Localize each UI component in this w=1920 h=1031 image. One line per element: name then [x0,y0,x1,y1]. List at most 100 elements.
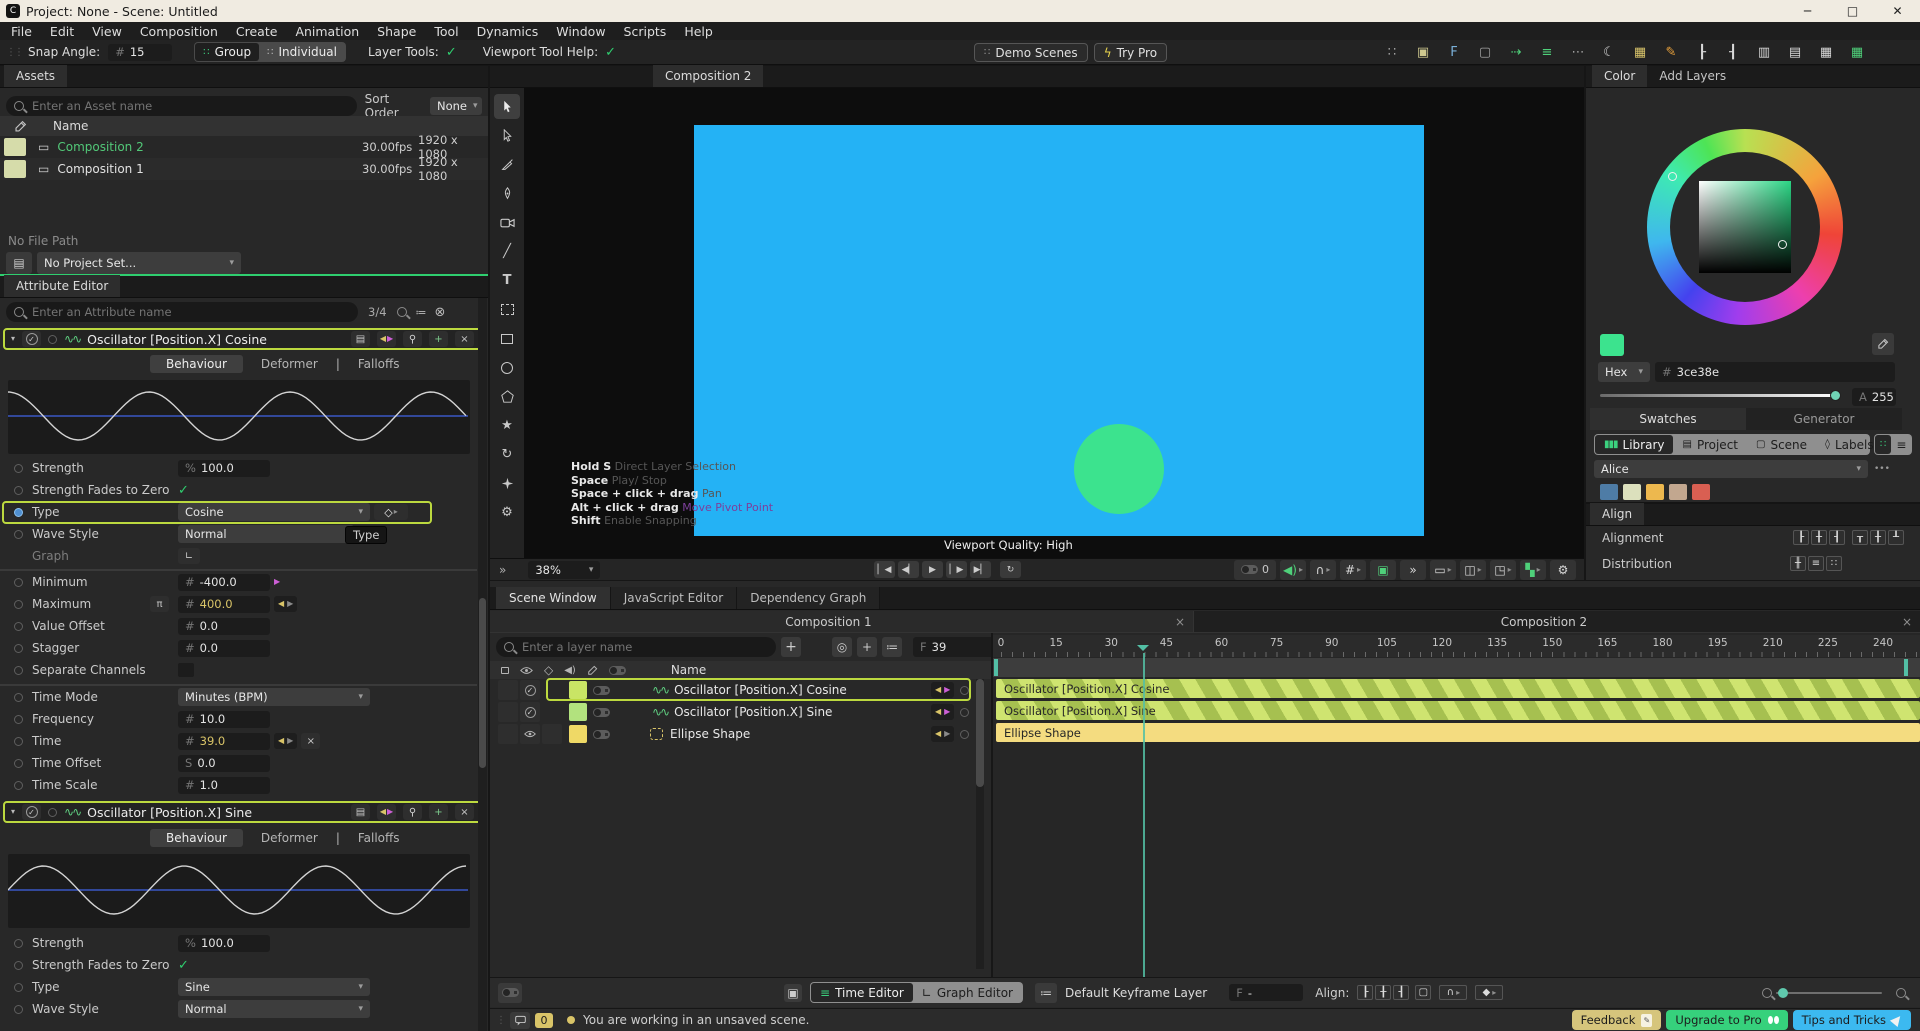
menu-composition[interactable]: Composition [131,24,227,39]
kf-align-right-button[interactable]: ┨ [1393,985,1410,1000]
panels-icon[interactable]: ▣ [1370,559,1396,580]
menu-scripts[interactable]: Scripts [615,24,676,39]
playhead-handle[interactable] [1137,645,1150,657]
kf-align-left-button[interactable]: ┠ [1357,985,1374,1000]
rectangle-tool[interactable] [494,326,520,351]
kf-frame-button[interactable]: ▢ [1415,985,1432,1000]
tab-falloffs[interactable]: Falloffs [358,357,400,371]
layer-row-osc-cosine[interactable]: ✓ ∿∿ Oscillator [Position.X] Cosine ◀ ▶ [498,679,978,701]
kf-magnet-button[interactable]: ∩ ▸ [1439,985,1468,1000]
tag-toggle-icon[interactable] [593,707,610,717]
demo-scenes-button[interactable]: ∷ Demo Scenes [974,43,1088,62]
apps-grid-icon[interactable]: ∷ [1381,42,1403,62]
current-color-swatch[interactable] [1600,334,1624,356]
more-dots-icon[interactable]: ⋯ [1567,42,1589,62]
kf-keyframe-button[interactable]: ◆ ▸ [1475,985,1504,1000]
close-tab-icon[interactable]: × [1894,615,1920,629]
layer-row-ellipse[interactable]: Ellipse Shape ◀ ▶ [498,723,978,745]
keyframe-layer-icon[interactable]: ≔ [1034,982,1057,1003]
alpha-slider-handle[interactable] [1830,390,1841,401]
list-view-button[interactable]: ≡ [1891,438,1911,452]
lock-cell[interactable] [498,680,518,700]
attr-socket[interactable] [14,758,23,768]
graph-curve-icon[interactable]: ∟ [178,548,200,564]
sparkle-tool[interactable] [494,471,520,496]
asset-color-swatch[interactable] [4,160,26,178]
attr-socket[interactable] [14,938,23,948]
tab-composition-1[interactable]: Composition 1 × [490,611,1193,632]
keyframe-nav[interactable]: ◀ ▶ [931,704,955,720]
upgrade-pro-button[interactable]: Upgrade to Pro [1666,1010,1788,1030]
separate-channels-checkbox[interactable] [178,663,194,677]
layer-tools-checkbox[interactable]: ✓ [446,45,457,60]
menu-tool[interactable]: Tool [425,24,467,39]
connection-socket[interactable] [48,334,58,344]
time-input[interactable]: #39.0 [178,732,270,750]
menu-edit[interactable]: Edit [41,24,83,39]
grid-view-button[interactable]: ∷ [1875,435,1892,454]
keyframe-layer-label[interactable]: Default Keyframe Layer [1065,986,1207,1000]
tab-color[interactable]: Color [1592,65,1648,87]
attr-socket[interactable] [14,736,23,746]
wave-style-dropdown[interactable]: Normal ▾ [178,1000,370,1018]
columns-icon[interactable]: ▥ [1753,42,1775,62]
layer-stack-icon[interactable]: ◫ ▸ [1460,559,1486,580]
connection-socket[interactable] [960,729,969,739]
time-mode-dropdown[interactable]: Minutes (BPM) ▾ [178,688,370,706]
kf-align-center-button[interactable]: ╂ [1375,985,1392,1000]
zoom-in-icon[interactable] [1896,987,1906,998]
attr-socket[interactable] [14,463,23,473]
onion-skin-icon[interactable]: ◎ [832,637,852,657]
tab-attribute-editor[interactable]: Attribute Editor [4,275,121,297]
ellipse-shape[interactable] [1074,424,1164,514]
playhead-line[interactable] [1143,653,1146,977]
alpha-slider[interactable] [1600,390,1841,401]
tab-composition-2-viewport[interactable]: Composition 2 [653,65,764,87]
scene-segment[interactable]: ▢ Scene [1747,438,1816,452]
align-right-icon[interactable]: ┨ [1722,42,1744,62]
direct-select-tool[interactable] [494,123,520,148]
timeline-bar-osc-sine[interactable]: Oscillator [Position.X] Sine [996,701,1920,720]
asset-row-composition1[interactable]: ▭ Composition 1 30.00fps 1920 x 1080 [0,155,488,183]
add-layer-button[interactable]: + [781,637,801,657]
close-button[interactable]: ✕ [1875,4,1920,18]
project-set-dropdown[interactable]: No Project Set... ▾ [37,252,241,274]
align-center-h-button[interactable]: ╂ [1811,530,1827,545]
layer-row-osc-sine[interactable]: ✓ ∿∿ Oscillator [Position.X] Sine ◀ ▶ [498,701,978,723]
tag-toggle-icon[interactable] [608,665,626,675]
align-green-icon[interactable]: ≡ [1536,42,1558,62]
menu-shape[interactable]: Shape [368,24,425,39]
attr-socket[interactable] [14,982,23,992]
palette-swatch[interactable] [1646,484,1664,500]
timeline-zoom-slider[interactable] [1776,988,1882,998]
attr-socket[interactable] [14,692,23,702]
work-area-bar[interactable] [993,658,1920,677]
enabled-check-button[interactable]: ✓ [22,331,42,347]
attr-socket[interactable] [14,714,23,724]
rows-icon[interactable]: ▤ [1784,42,1806,62]
text-tool[interactable]: T [494,268,520,293]
sort-order-dropdown[interactable]: None ▾ [430,97,482,115]
tab-deformer[interactable]: Deformer [261,831,318,845]
composition-background-rect[interactable] [694,125,1424,536]
menu-file[interactable]: File [2,24,41,39]
menu-help[interactable]: Help [675,24,722,39]
tab-scene-window[interactable]: Scene Window [496,587,611,609]
skip-forward-icon[interactable]: » [1400,559,1426,580]
align-bottom-button[interactable]: ┸ [1888,530,1904,545]
search-plus-icon[interactable] [396,307,407,317]
minimize-button[interactable]: ─ [1785,4,1830,18]
palette-swatch[interactable] [1623,484,1641,500]
magnet-icon[interactable]: ∩ ▸ [1310,559,1336,580]
scrollbar-thumb[interactable] [479,598,486,768]
minimum-input[interactable]: # -400.0 [178,573,270,591]
attr-socket[interactable] [14,577,23,587]
tab-swatches[interactable]: Swatches [1590,408,1746,430]
remove-connection-icon[interactable]: × [301,733,321,749]
zoom-level-dropdown[interactable]: 38% ▾ [528,560,601,579]
eye-icon[interactable] [520,666,533,675]
keyframe-nav[interactable]: ◀ ▶ [274,733,298,749]
asset-name[interactable]: Composition 1 [57,162,143,176]
enabled-cell[interactable]: ✓ [520,680,540,700]
distribute-v-button[interactable]: ≡ [1808,556,1824,571]
